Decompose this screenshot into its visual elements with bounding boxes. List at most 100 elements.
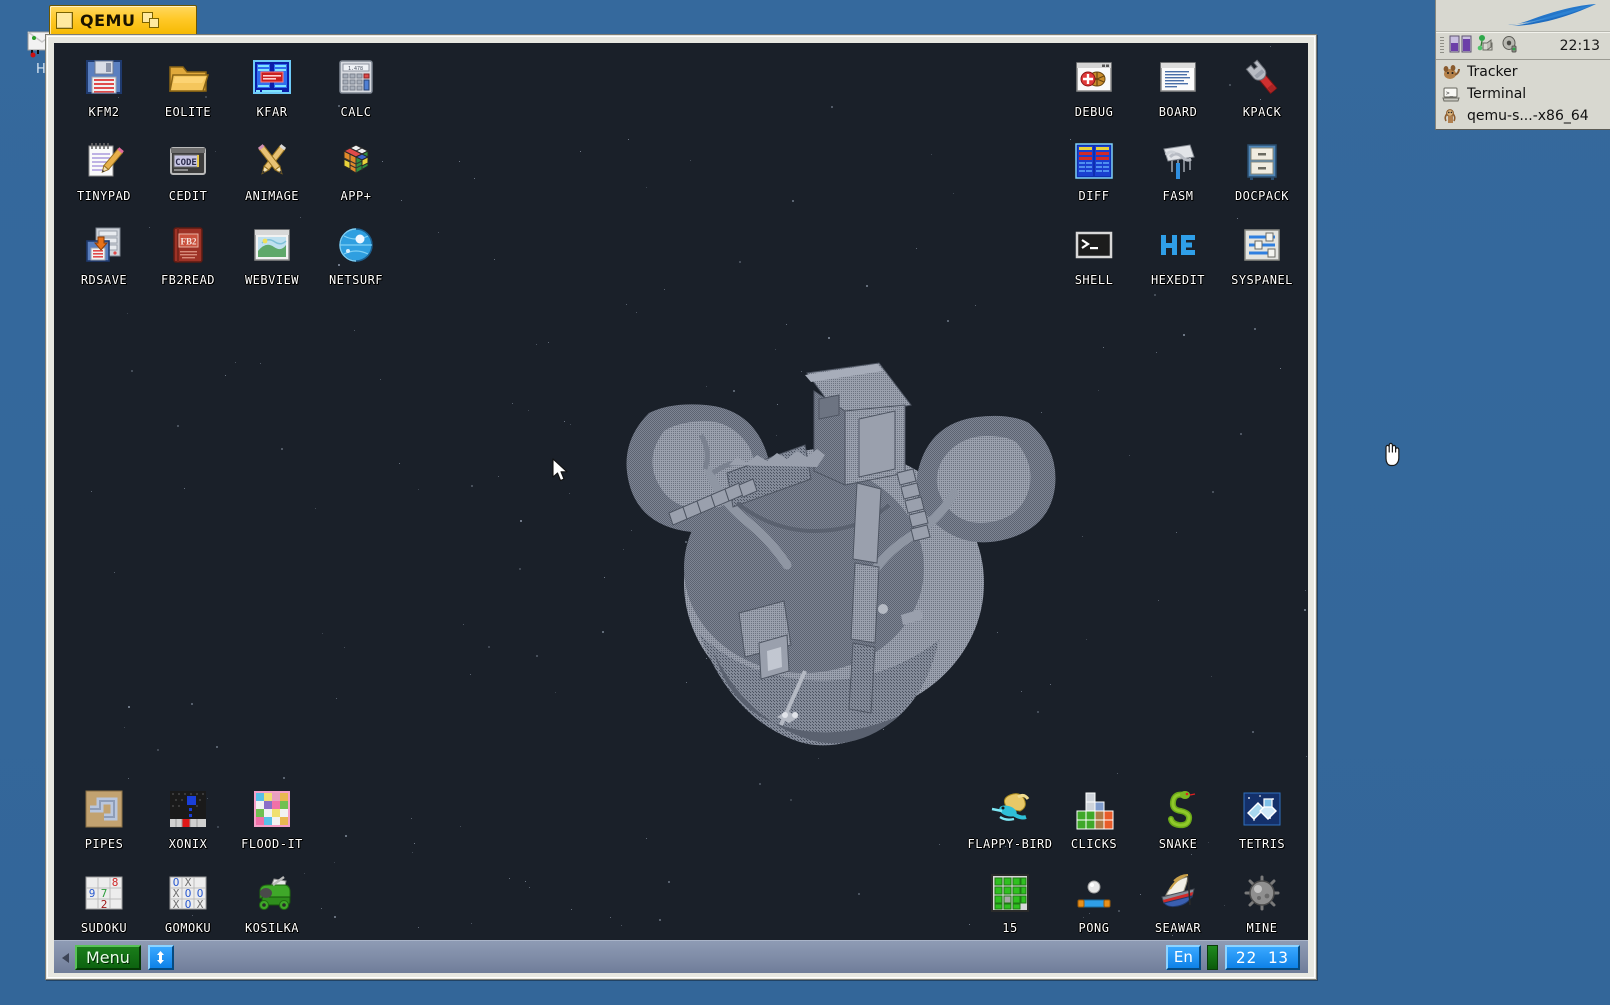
qemu-window[interactable]: QEMU [45, 5, 1317, 980]
desktop-icon-kfm2[interactable]: KFM2 [62, 51, 146, 135]
desktop-icon-label: SHELL [1075, 273, 1114, 287]
deskbar-leaf-area[interactable] [1436, 0, 1610, 32]
haiku-desktop[interactable]: Ha [0, 0, 1610, 1005]
desktop-icon-tetris[interactable]: TETRIS [1220, 783, 1304, 867]
icon-group-bottom-right: FLAPPY-BIRD [968, 783, 1304, 951]
desktop-icon-netsurf[interactable]: NETSURF [314, 219, 398, 303]
desktop-icon-label: GOMOKU [165, 921, 211, 935]
desktop-icon-diff[interactable]: DIFF [1052, 135, 1136, 219]
svg-text:CODE: CODE [175, 158, 197, 168]
desktop-icon-clicks[interactable]: CLICKS [1052, 783, 1136, 867]
desktop-icon-xonix[interactable]: XONIX [146, 783, 230, 867]
deskbar-tray[interactable]: 22:13 [1436, 32, 1610, 60]
desktop-icon-calc[interactable]: 1.478 CALC [314, 51, 398, 135]
menu-button[interactable]: Menu [75, 945, 141, 970]
desktop-icon-label: TETRIS [1239, 837, 1285, 851]
desktop-icon-kosilka[interactable]: KOSILKA [230, 867, 314, 951]
hummingbird-icon [988, 787, 1032, 831]
media-icon[interactable] [1499, 34, 1519, 58]
desktop-icon-docpack[interactable]: DOCPACK [1220, 135, 1304, 219]
desktop-icon-board[interactable]: BOARD [1136, 51, 1220, 135]
svg-text:8: 8 [112, 876, 119, 889]
desktop-icon-label: XONIX [169, 837, 208, 851]
folder-icon [166, 55, 210, 99]
desktop-icon-snake[interactable]: SNAKE [1136, 783, 1220, 867]
flood-it-grid-icon [250, 787, 294, 831]
window-zoom-icon[interactable] [142, 12, 160, 29]
desktop-icon-label: EOLITE [165, 105, 211, 119]
haiku-deskbar[interactable]: 22:13 Tracker [1435, 0, 1610, 130]
sudoku-grid-icon: 8 9 7 2 [82, 871, 126, 915]
desktop-icon-label: NETSURF [329, 273, 383, 287]
desktop-icon-gomoku[interactable]: OX XOO XOX GOMOKU [146, 867, 230, 951]
qemu-window-title: QEMU [80, 11, 135, 30]
desktop-icon-hexedit[interactable]: HEXEDIT [1136, 219, 1220, 303]
collapse-arrow-icon[interactable] [60, 950, 71, 964]
desktop-icon-cedit[interactable]: CODE CEDIT [146, 135, 230, 219]
qemu-window-title-tab[interactable]: QEMU [49, 5, 197, 35]
desktop-icon-syspanel[interactable]: SYSPANEL [1220, 219, 1304, 303]
deskbar-app-terminal[interactable]: >_ Terminal [1436, 83, 1610, 105]
desktop-icon-label: KFAR [257, 105, 288, 119]
deskbar-app-tracker[interactable]: Tracker [1436, 61, 1610, 83]
desktop-icon-kfar[interactable]: KFAR [230, 51, 314, 135]
desktop-icon-pipes[interactable]: PIPES [62, 783, 146, 867]
desktop-icon-kpack[interactable]: KPACK [1220, 51, 1304, 135]
desktop-icon-fifteen[interactable]: 15 [968, 867, 1052, 951]
desktop-icon-label: KOSILKA [245, 921, 299, 935]
desktop-icon-fb2read[interactable]: FB2 FB2READ [146, 219, 230, 303]
terminal-icon: >_ [1442, 85, 1460, 103]
desktop-icon-fasm[interactable]: FASM [1136, 135, 1220, 219]
desktop-icon-debug[interactable]: DEBUG [1052, 51, 1136, 135]
desktop-icon-label: DOCPACK [1235, 189, 1289, 203]
desktop-icon-shell[interactable]: SHELL [1052, 219, 1136, 303]
taskbar-clock[interactable]: 22 13 [1225, 945, 1300, 970]
icon-group-top-right: DEBUG BOARD [1052, 51, 1304, 303]
desktop-icon-tinypad[interactable]: TINYPAD [62, 135, 146, 219]
desktop-icon-rdsave[interactable]: RDSAVE [62, 219, 146, 303]
haiku-leaf-logo[interactable] [1496, 0, 1604, 32]
desktop-icon-flappy-bird[interactable]: FLAPPY-BIRD [968, 783, 1052, 867]
wallpaper-art [609, 353, 1079, 753]
pipes-game-icon [82, 787, 126, 831]
desktop-icon-label: SYSPANEL [1231, 273, 1293, 287]
green-led [1207, 945, 1218, 970]
kolibri-desktop[interactable]: KFM2 EOLITE [54, 43, 1308, 973]
deskbar-clock[interactable]: 22:13 [1560, 38, 1606, 54]
power-status-icon[interactable] [1449, 34, 1475, 58]
kfar-bluescreen-icon [250, 55, 294, 99]
language-indicator[interactable]: En [1166, 945, 1201, 970]
kolibri-taskbar[interactable]: Menu En 22 13 [54, 940, 1308, 973]
desktop-icon-label: WEBVIEW [245, 273, 299, 287]
fasm-chip-icon [1156, 139, 1200, 183]
deskbar-app-label: Tracker [1467, 64, 1518, 80]
desktop-icon-label: SNAKE [1159, 837, 1198, 851]
sliders-panel-icon [1240, 223, 1284, 267]
minimize-all-icon[interactable] [148, 945, 174, 970]
desktop-icon-webview[interactable]: WEBVIEW [230, 219, 314, 303]
svg-text:9: 9 [89, 887, 96, 900]
desktop-icon-label: PONG [1079, 921, 1110, 935]
deskbar-grip-left[interactable] [1440, 37, 1444, 55]
desktop-icon-mine[interactable]: MINE [1220, 867, 1304, 951]
network-icon[interactable] [1477, 34, 1497, 58]
deskbar-app-qemu[interactable]: qemu-s...-x86_64 [1436, 105, 1610, 127]
desktop-icon-pong[interactable]: PONG [1052, 867, 1136, 951]
desktop-icon-app-plus[interactable]: APP+ [314, 135, 398, 219]
desktop-icon-label: ANIMAGE [245, 189, 299, 203]
notepad-pencil-icon [82, 139, 126, 183]
window-close-box[interactable] [56, 12, 73, 29]
deskbar-app-list[interactable]: Tracker >_ Terminal [1436, 60, 1610, 129]
arrow-cursor [552, 458, 570, 488]
desktop-icon-label: FLOOD-IT [241, 837, 303, 851]
green-snake-icon [1156, 787, 1200, 831]
desktop-icon-sudoku[interactable]: 8 9 7 2 SUDOKU [62, 867, 146, 951]
tetris-block-icon [1240, 787, 1284, 831]
desktop-icon-flood-it[interactable]: FLOOD-IT [230, 783, 314, 867]
desktop-icon-eolite[interactable]: EOLITE [146, 51, 230, 135]
diff-two-columns-icon [1072, 139, 1116, 183]
sailing-ship-icon [1156, 871, 1200, 915]
desktop-icon-label: MINE [1247, 921, 1278, 935]
desktop-icon-animage[interactable]: ANIMAGE [230, 135, 314, 219]
desktop-icon-seawar[interactable]: SEAWAR [1136, 867, 1220, 951]
